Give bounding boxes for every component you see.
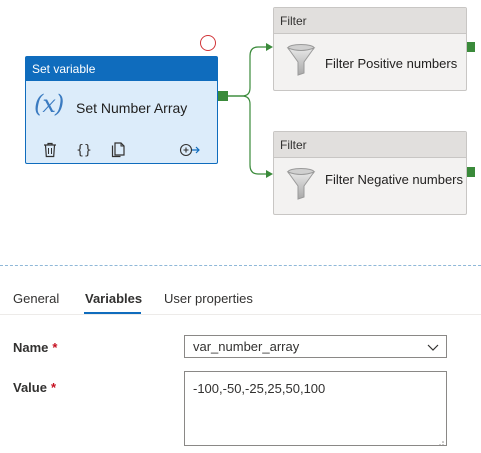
required-marker: *: [50, 380, 57, 395]
add-output-icon[interactable]: [178, 140, 202, 160]
success-output-port[interactable]: [467, 42, 475, 52]
activity-body: (𝑥) Set Number Array: [26, 81, 217, 131]
variable-value-textarea[interactable]: -100,-50,-25,25,50,100: [184, 371, 447, 446]
name-label: Name *: [13, 340, 57, 355]
tab-user-properties[interactable]: User properties: [164, 291, 253, 306]
activity-type-header: Filter: [274, 8, 466, 34]
resize-grip-icon[interactable]: [435, 434, 445, 446]
activity-type-header: Filter: [274, 132, 466, 158]
success-output-port[interactable]: [467, 167, 475, 177]
activity-name: Filter Negative numbers: [325, 172, 463, 187]
set-variable-activity[interactable]: Set variable (𝑥) Set Number Array {}: [25, 56, 218, 164]
value-label-text: Value: [13, 380, 47, 395]
variable-name-select[interactable]: var_number_array: [184, 335, 447, 358]
activity-name: Filter Positive numbers: [325, 56, 458, 71]
error-indicator-icon: [200, 35, 216, 51]
required-marker: *: [52, 340, 58, 355]
name-label-text: Name: [13, 340, 49, 355]
tab-variables[interactable]: Variables: [85, 291, 142, 306]
funnel-icon: [286, 168, 316, 207]
activity-name: Set Number Array: [76, 100, 188, 116]
tab-general[interactable]: General: [13, 291, 59, 306]
activity-toolbar: {}: [26, 140, 217, 160]
panel-divider[interactable]: [0, 265, 481, 266]
funnel-icon: [286, 44, 316, 83]
filter-negative-activity[interactable]: Filter Filter Negative numbers: [273, 131, 467, 215]
activity-type-header: Set variable: [26, 57, 217, 81]
value-label: Value *: [13, 380, 56, 395]
chevron-down-icon: [426, 339, 440, 360]
filter-positive-activity[interactable]: Filter Filter Positive numbers: [273, 7, 467, 91]
properties-tabs: General Variables User properties: [0, 285, 481, 315]
parameters-icon[interactable]: {}: [74, 140, 94, 160]
variable-name-value: var_number_array: [193, 339, 300, 354]
variable-icon: (𝑥): [34, 90, 64, 118]
tabs-divider: [0, 314, 481, 315]
pipeline-canvas[interactable]: Set variable (𝑥) Set Number Array {} Fil…: [0, 0, 481, 262]
success-output-port[interactable]: [218, 91, 228, 101]
copy-icon[interactable]: [108, 140, 128, 160]
delete-icon[interactable]: [40, 140, 60, 160]
